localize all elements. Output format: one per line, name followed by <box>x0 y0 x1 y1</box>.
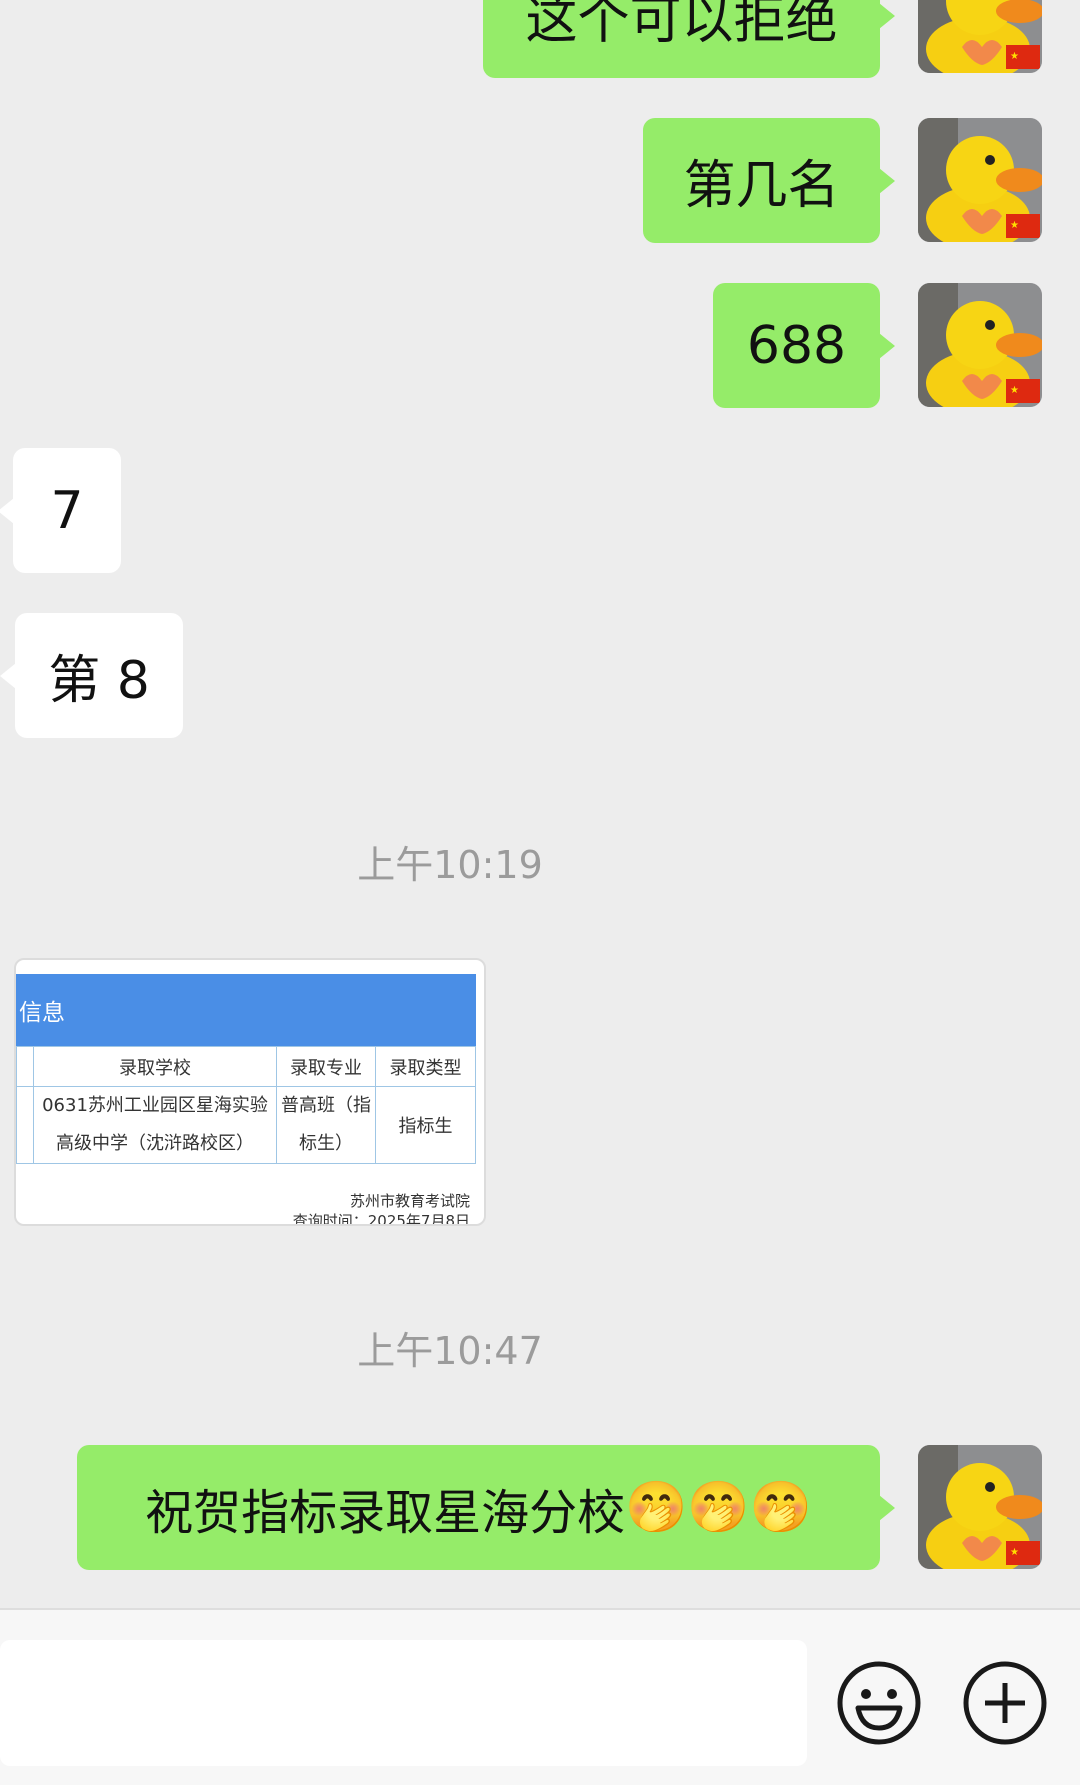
message-bubble-outgoing[interactable]: 688 <box>713 283 880 408</box>
svg-text:★: ★ <box>1010 51 1019 62</box>
major-line: 标生） <box>299 1133 353 1154</box>
duck-icon: ★ <box>918 1445 1042 1569</box>
school-line: 高级中学（沈浒路校区） <box>56 1133 254 1154</box>
image-footer-date: 查询时间：2025年7月8日 <box>292 1212 470 1226</box>
message-bubble-outgoing[interactable]: 第几名 <box>643 118 880 243</box>
svg-text:★: ★ <box>1010 385 1019 396</box>
duck-icon: ★ <box>918 0 1042 73</box>
message-bubble-incoming[interactable]: 7 <box>13 448 121 573</box>
image-message[interactable]: 信息 录取学校 录取专业 录取类型 0631苏州工业园区星海实验 高级中学（沈浒… <box>14 958 486 1226</box>
timestamp: 上午10:47 <box>357 1329 543 1373</box>
svg-text:★: ★ <box>1010 1547 1019 1558</box>
plus-circle-icon <box>963 1661 1047 1745</box>
message-input[interactable] <box>0 1640 807 1766</box>
avatar[interactable]: ★ <box>918 1445 1042 1569</box>
admission-type: 指标生 <box>375 1086 476 1164</box>
svg-text:★: ★ <box>1010 220 1019 231</box>
duck-icon: ★ <box>918 283 1042 407</box>
message-bubble-outgoing[interactable]: 这个可以拒绝 <box>483 0 880 78</box>
message-bubble-outgoing[interactable]: 祝贺指标录取星海分校 🤭🤭🤭 <box>77 1445 880 1570</box>
avatar[interactable]: ★ <box>918 118 1042 242</box>
image-header: 信息 <box>16 974 476 1046</box>
timestamp: 上午10:19 <box>357 843 543 887</box>
duck-icon: ★ <box>918 118 1042 242</box>
avatar[interactable]: ★ <box>918 0 1042 73</box>
avatar[interactable]: ★ <box>918 283 1042 407</box>
message-text: 688 <box>746 315 847 376</box>
message-bubble-incoming[interactable]: 第 8 <box>15 613 183 738</box>
column-header: 录取学校 <box>33 1046 277 1087</box>
emoji-button[interactable] <box>836 1660 922 1746</box>
message-text: 这个可以拒绝 <box>525 0 838 51</box>
message-text: 7 <box>50 480 84 541</box>
more-button[interactable] <box>962 1660 1048 1746</box>
message-text: 祝贺指标录取星海分校 <box>145 1484 626 1541</box>
message-text: 第几名 <box>683 156 840 216</box>
school-line: 0631苏州工业园区星海实验 <box>42 1095 268 1116</box>
input-bar <box>0 1608 1080 1785</box>
smiley-icon <box>837 1661 921 1745</box>
laughing-emoji: 🤭🤭🤭 <box>625 1478 812 1536</box>
message-text: 第 8 <box>48 651 150 711</box>
image-footer-org: 苏州市教育考试院 <box>349 1192 470 1210</box>
column-header: 录取专业 <box>276 1046 376 1087</box>
column-header: 录取类型 <box>375 1046 476 1087</box>
major-line: 普高班（指 <box>281 1095 371 1116</box>
image-table: 录取学校 录取专业 录取类型 0631苏州工业园区星海实验 高级中学（沈浒路校区… <box>16 1046 476 1164</box>
